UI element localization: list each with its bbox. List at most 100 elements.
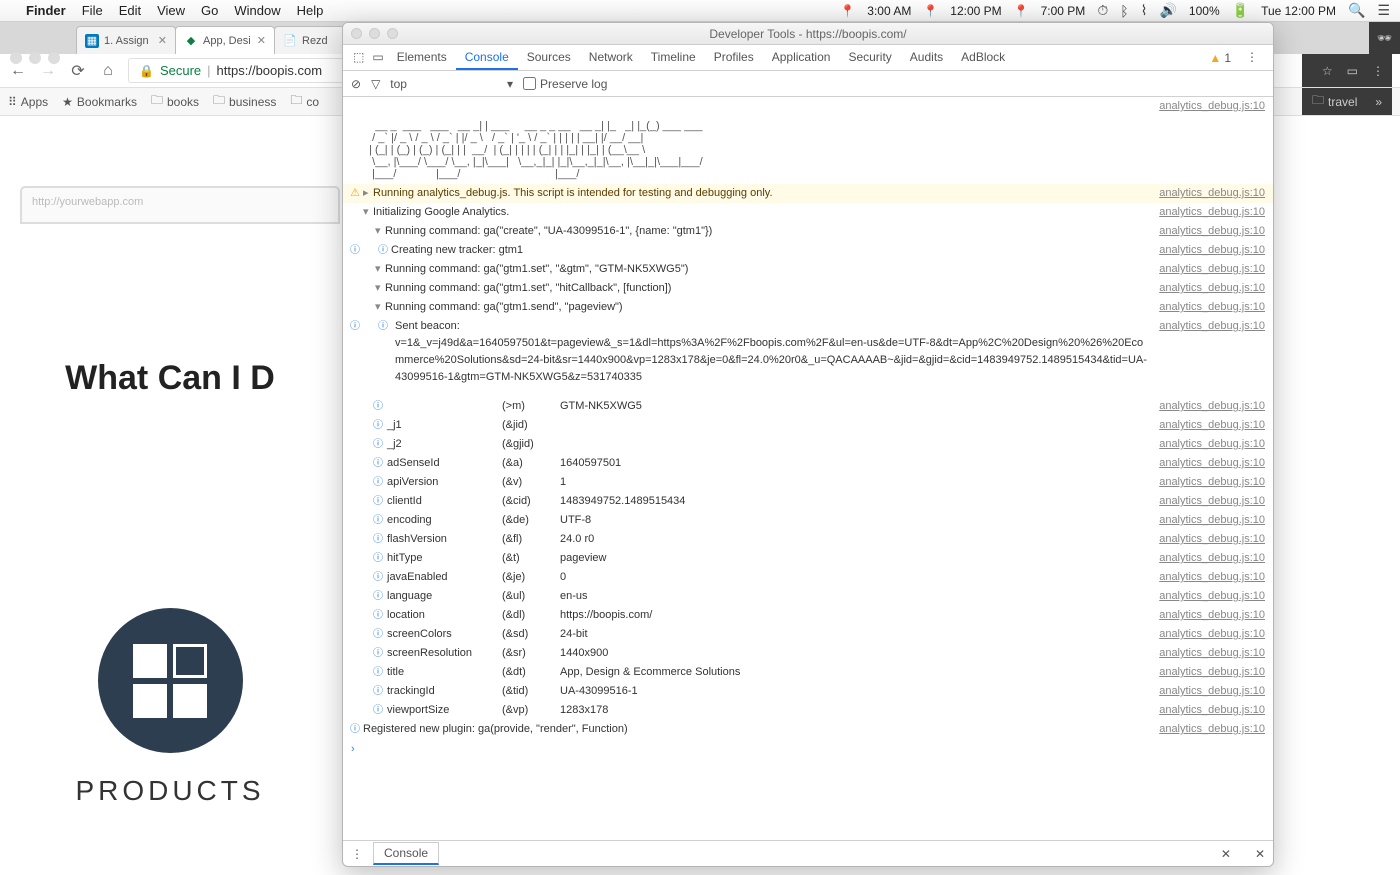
drawer-tab-console[interactable]: Console [373, 842, 439, 865]
bookmarks-shortcut[interactable]: ★Bookmarks [62, 95, 137, 109]
cast-icon[interactable]: ▭ [1347, 64, 1358, 78]
tab-network[interactable]: Network [580, 45, 642, 70]
source-link[interactable]: analytics_debug.js:10 [1159, 683, 1265, 700]
folder-travel[interactable]: 🗀travel [1312, 91, 1357, 112]
menubar-view[interactable]: View [157, 3, 185, 18]
mock-url-bar: http://yourwebapp.com [20, 186, 340, 224]
source-link[interactable]: analytics_debug.js:10 [1159, 185, 1265, 202]
tab-adblock[interactable]: AdBlock [952, 45, 1014, 70]
url-input[interactable]: 🔒 Secure | https://boopis.com [128, 58, 348, 83]
console-param-row: flashVersion(&fl)24.0 r0analytics_debug.… [343, 530, 1273, 549]
source-link[interactable]: analytics_debug.js:10 [1159, 721, 1265, 738]
tab-title: 1. Assign [104, 35, 149, 47]
chevron-down-icon[interactable]: ▾ [507, 77, 513, 91]
timemachine-icon[interactable]: ⏱ [1097, 2, 1108, 19]
source-link[interactable]: analytics_debug.js:10 [1159, 645, 1265, 662]
console-param-row: clientId(&cid)1483949752.1489515434analy… [343, 492, 1273, 511]
forward-icon[interactable]: → [38, 62, 58, 80]
battery-icon[interactable]: 🔋 [1232, 2, 1249, 19]
tab-elements[interactable]: Elements [388, 45, 456, 70]
tab-console[interactable]: Console [456, 45, 518, 70]
products-circle[interactable] [98, 608, 243, 753]
star-icon[interactable]: ☆ [1322, 64, 1333, 78]
close-icon[interactable]: ✕ [158, 34, 167, 47]
close-icon[interactable]: ✕ [257, 34, 266, 47]
devtools-titlebar[interactable]: Developer Tools - https://boopis.com/ [343, 23, 1273, 45]
menubar-datetime[interactable]: Tue 12:00 PM [1261, 4, 1336, 18]
home-icon[interactable]: ⌂ [98, 62, 118, 80]
console-param-row: language(&ul)en-usanalytics_debug.js:10 [343, 587, 1273, 606]
menubar-app[interactable]: Finder [26, 3, 66, 18]
browser-tab-2[interactable]: ◆ App, Desi ✕ [175, 26, 275, 54]
source-link[interactable]: analytics_debug.js:10 [1159, 398, 1265, 415]
source-link[interactable]: analytics_debug.js:10 [1159, 242, 1265, 259]
source-link[interactable]: analytics_debug.js:10 [1159, 204, 1265, 221]
source-link[interactable]: analytics_debug.js:10 [1159, 512, 1265, 529]
source-link[interactable]: analytics_debug.js:10 [1159, 280, 1265, 297]
menubar-window[interactable]: Window [234, 3, 280, 18]
source-link[interactable]: analytics_debug.js:10 [1159, 261, 1265, 278]
browser-tab-1[interactable]: ▦ 1. Assign ✕ [76, 26, 176, 54]
source-link[interactable]: analytics_debug.js:10 [1159, 664, 1265, 681]
folder-icon: 🗀 [290, 91, 302, 112]
folder-business[interactable]: 🗀business [213, 91, 276, 112]
console-prompt[interactable]: › [343, 739, 1273, 760]
devtools-window: Developer Tools - https://boopis.com/ ⬚ … [342, 22, 1274, 867]
folder-books[interactable]: 🗀books [151, 91, 199, 112]
drawer-close-icon[interactable]: ✕ [1221, 847, 1231, 861]
tab-application[interactable]: Application [763, 45, 840, 70]
tab-timeline[interactable]: Timeline [642, 45, 705, 70]
menubar-edit[interactable]: Edit [119, 3, 141, 18]
source-link[interactable]: analytics_debug.js:10 [1159, 607, 1265, 624]
source-link[interactable]: analytics_debug.js:10 [1159, 550, 1265, 567]
menu-icon[interactable]: ⋮ [1372, 64, 1384, 78]
context-selector[interactable]: top [390, 77, 407, 91]
warnings-badge[interactable]: ▲1 [1203, 45, 1237, 70]
overflow-icon[interactable]: » [1375, 95, 1382, 109]
menubar-help[interactable]: Help [297, 3, 324, 18]
source-link[interactable]: analytics_debug.js:10 [1159, 493, 1265, 510]
folder-co[interactable]: 🗀co [290, 91, 319, 112]
source-link[interactable]: analytics_debug.js:10 [1159, 436, 1265, 453]
source-link[interactable]: analytics_debug.js:10 [1159, 588, 1265, 605]
reload-icon[interactable]: ⟳ [68, 61, 88, 81]
tab-profiles[interactable]: Profiles [705, 45, 763, 70]
source-link[interactable]: analytics_debug.js:10 [1159, 531, 1265, 548]
drawer-menu-icon[interactable]: ⋮ [351, 847, 363, 861]
console-param-row: javaEnabled(&je)0analytics_debug.js:10 [343, 568, 1273, 587]
filter-icon[interactable]: ▽ [371, 77, 380, 91]
console-output[interactable]: analytics_debug.js:10 __ _ ___ ___ __ _|… [343, 97, 1273, 840]
source-link[interactable]: analytics_debug.js:10 [1159, 299, 1265, 316]
inspect-icon[interactable]: ⬚ [349, 45, 368, 70]
incognito-icon: 🕶 [1377, 31, 1392, 45]
devtools-menu-icon[interactable]: ⋮ [1237, 45, 1267, 70]
clear-console-icon[interactable]: ⊘ [351, 77, 361, 91]
source-link[interactable]: analytics_debug.js:10 [1159, 474, 1265, 491]
traffic-lights[interactable] [10, 52, 60, 64]
console-line: ▾Running command: ga("create", "UA-43099… [343, 222, 1273, 241]
menubar-file[interactable]: File [82, 3, 103, 18]
source-link[interactable]: analytics_debug.js:10 [1159, 417, 1265, 434]
source-link[interactable]: analytics_debug.js:10 [1159, 318, 1265, 386]
wifi-icon[interactable]: ⌇ [1141, 2, 1148, 19]
source-link[interactable]: analytics_debug.js:10 [1159, 569, 1265, 586]
volume-icon[interactable]: 🔊 [1159, 2, 1176, 19]
tab-security[interactable]: Security [839, 45, 900, 70]
source-link[interactable]: analytics_debug.js:10 [1159, 98, 1265, 115]
source-link[interactable]: analytics_debug.js:10 [1159, 702, 1265, 719]
console-param-row: viewportSize(&vp)1283x178analytics_debug… [343, 701, 1273, 720]
device-icon[interactable]: ▭ [368, 45, 387, 70]
source-link[interactable]: analytics_debug.js:10 [1159, 455, 1265, 472]
source-link[interactable]: analytics_debug.js:10 [1159, 626, 1265, 643]
preserve-log-checkbox[interactable]: Preserve log [523, 77, 607, 91]
devtools-close-icon[interactable]: ✕ [1255, 847, 1265, 861]
bluetooth-icon[interactable]: ᛒ [1120, 3, 1128, 19]
tab-sources[interactable]: Sources [518, 45, 580, 70]
spotlight-icon[interactable]: 🔍 [1348, 2, 1365, 19]
apps-shortcut[interactable]: ⠿Apps [8, 95, 48, 109]
tab-audits[interactable]: Audits [901, 45, 952, 70]
menubar-go[interactable]: Go [201, 3, 218, 18]
source-link[interactable]: analytics_debug.js:10 [1159, 223, 1265, 240]
notifications-icon[interactable]: ☰ [1377, 2, 1390, 19]
back-icon[interactable]: ← [8, 62, 28, 80]
